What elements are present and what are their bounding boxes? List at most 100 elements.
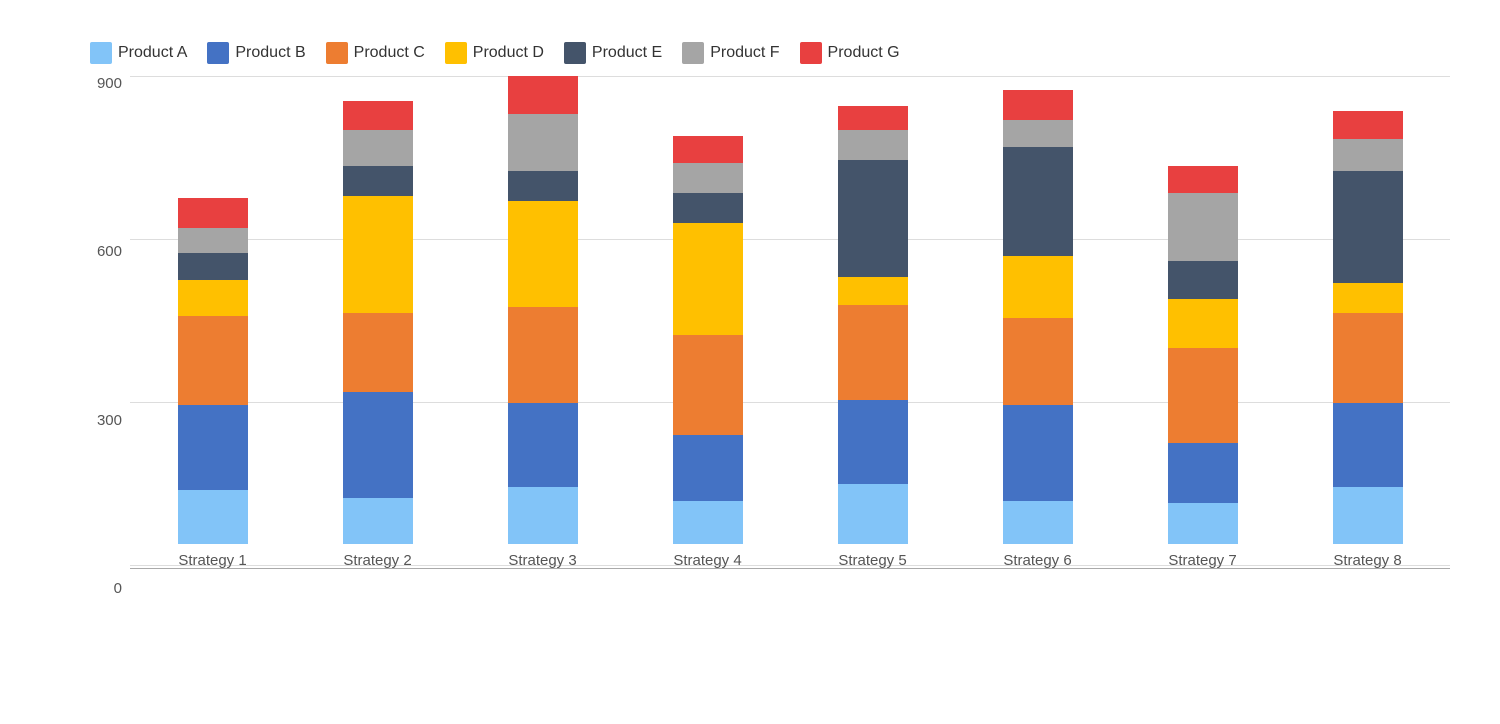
bars-row: Strategy 1 Strategy 2 Strategy 3 Strategy 4…	[130, 76, 1450, 599]
bar-group: Strategy 4	[625, 76, 790, 569]
bar-segment	[1168, 166, 1238, 193]
x-axis-label: Strategy 2	[343, 552, 411, 569]
bar-segment	[1333, 111, 1403, 138]
legend-item-product-a: Product A	[90, 42, 187, 64]
bar-segment	[508, 201, 578, 307]
legend-label: Product D	[473, 44, 544, 62]
legend-item-product-f: Product F	[682, 42, 779, 64]
legend-color	[90, 42, 112, 64]
bar-segment	[1003, 318, 1073, 405]
bar-segment	[838, 484, 908, 544]
legend-label: Product F	[710, 44, 779, 62]
bar-segment	[508, 171, 578, 201]
y-axis-label: 300	[97, 413, 122, 428]
legend-label: Product B	[235, 44, 305, 62]
bar-segment	[1168, 261, 1238, 299]
bar-segment	[673, 335, 743, 436]
legend-label: Product C	[354, 44, 425, 62]
bar-segment	[673, 501, 743, 545]
bar-segment	[1333, 283, 1403, 313]
x-axis-label: Strategy 5	[838, 552, 906, 569]
legend-label: Product A	[118, 44, 187, 62]
bar-segment	[508, 403, 578, 487]
bar-segment	[838, 106, 908, 131]
bar-group: Strategy 7	[1120, 76, 1285, 569]
bar-segment	[1003, 256, 1073, 319]
legend-color	[207, 42, 229, 64]
x-axis-label: Strategy 8	[1333, 552, 1401, 569]
legend-item-product-e: Product E	[564, 42, 662, 64]
bar-segment	[508, 487, 578, 544]
bar-segment	[178, 405, 248, 489]
x-axis-label: Strategy 6	[1003, 552, 1071, 569]
bar-segment	[673, 136, 743, 163]
bar-segment	[178, 280, 248, 315]
x-axis-label: Strategy 3	[508, 552, 576, 569]
bar-segment	[1003, 120, 1073, 147]
bar-group: Strategy 6	[955, 76, 1120, 569]
bar-segment	[343, 392, 413, 498]
bar-segment	[838, 400, 908, 484]
bar-stack	[1003, 90, 1073, 545]
y-axis-label: 600	[97, 244, 122, 259]
bar-segment	[1168, 443, 1238, 503]
bar-segment	[1003, 501, 1073, 545]
bar-segment	[1003, 147, 1073, 256]
bar-segment	[838, 277, 908, 304]
bar-segment	[838, 160, 908, 277]
bar-segment	[838, 305, 908, 400]
bar-group: Strategy 2	[295, 76, 460, 569]
legend-item-product-g: Product G	[800, 42, 900, 64]
legend-item-product-c: Product C	[326, 42, 425, 64]
bar-segment	[1168, 193, 1238, 261]
bar-segment	[673, 223, 743, 335]
bar-stack	[1168, 166, 1238, 544]
x-axis-label: Strategy 4	[673, 552, 741, 569]
bar-segment	[1333, 403, 1403, 487]
bar-segment	[178, 316, 248, 406]
legend-label: Product E	[592, 44, 662, 62]
bar-group: Strategy 8	[1285, 76, 1450, 569]
bar-segment	[343, 166, 413, 196]
bar-segment	[343, 130, 413, 165]
y-axis-label: 900	[97, 76, 122, 91]
bar-segment	[178, 198, 248, 228]
bar-stack	[1333, 111, 1403, 544]
bar-segment	[1003, 405, 1073, 500]
legend-color	[564, 42, 586, 64]
bar-stack	[178, 198, 248, 544]
x-axis-line	[130, 568, 1450, 569]
bar-segment	[178, 253, 248, 280]
bar-segment	[673, 193, 743, 223]
legend-item-product-b: Product B	[207, 42, 305, 64]
bar-stack	[673, 136, 743, 544]
bar-segment	[508, 307, 578, 402]
bar-segment	[178, 490, 248, 544]
legend-label: Product G	[828, 44, 900, 62]
bar-group: Strategy 5	[790, 76, 955, 569]
bar-segment	[343, 498, 413, 544]
legend-color	[800, 42, 822, 64]
bar-segment	[1333, 487, 1403, 544]
legend-item-product-d: Product D	[445, 42, 544, 64]
bar-segment	[1168, 503, 1238, 544]
bars-area: Strategy 1 Strategy 2 Strategy 3 Strategy 4…	[130, 76, 1450, 596]
legend-color	[682, 42, 704, 64]
bar-group: Strategy 1	[130, 76, 295, 569]
bar-segment	[1003, 90, 1073, 120]
bar-segment	[673, 435, 743, 500]
bar-segment	[508, 76, 578, 114]
bar-stack	[343, 101, 413, 545]
y-axis: 900 600 300 0	[80, 76, 130, 596]
bar-segment	[508, 114, 578, 171]
chart-area: 9006003000 Strategy 1Strategy 2Strategy …	[80, 76, 1450, 596]
bar-segment	[343, 101, 413, 131]
y-axis-label: 0	[114, 581, 122, 596]
bar-group: Strategy 3	[460, 76, 625, 569]
legend: Product A Product B Product C Product D …	[90, 42, 1450, 64]
bar-segment	[1168, 299, 1238, 348]
bar-segment	[1333, 171, 1403, 283]
legend-color	[445, 42, 467, 64]
x-axis-label: Strategy 1	[178, 552, 246, 569]
bar-segment	[1333, 313, 1403, 403]
